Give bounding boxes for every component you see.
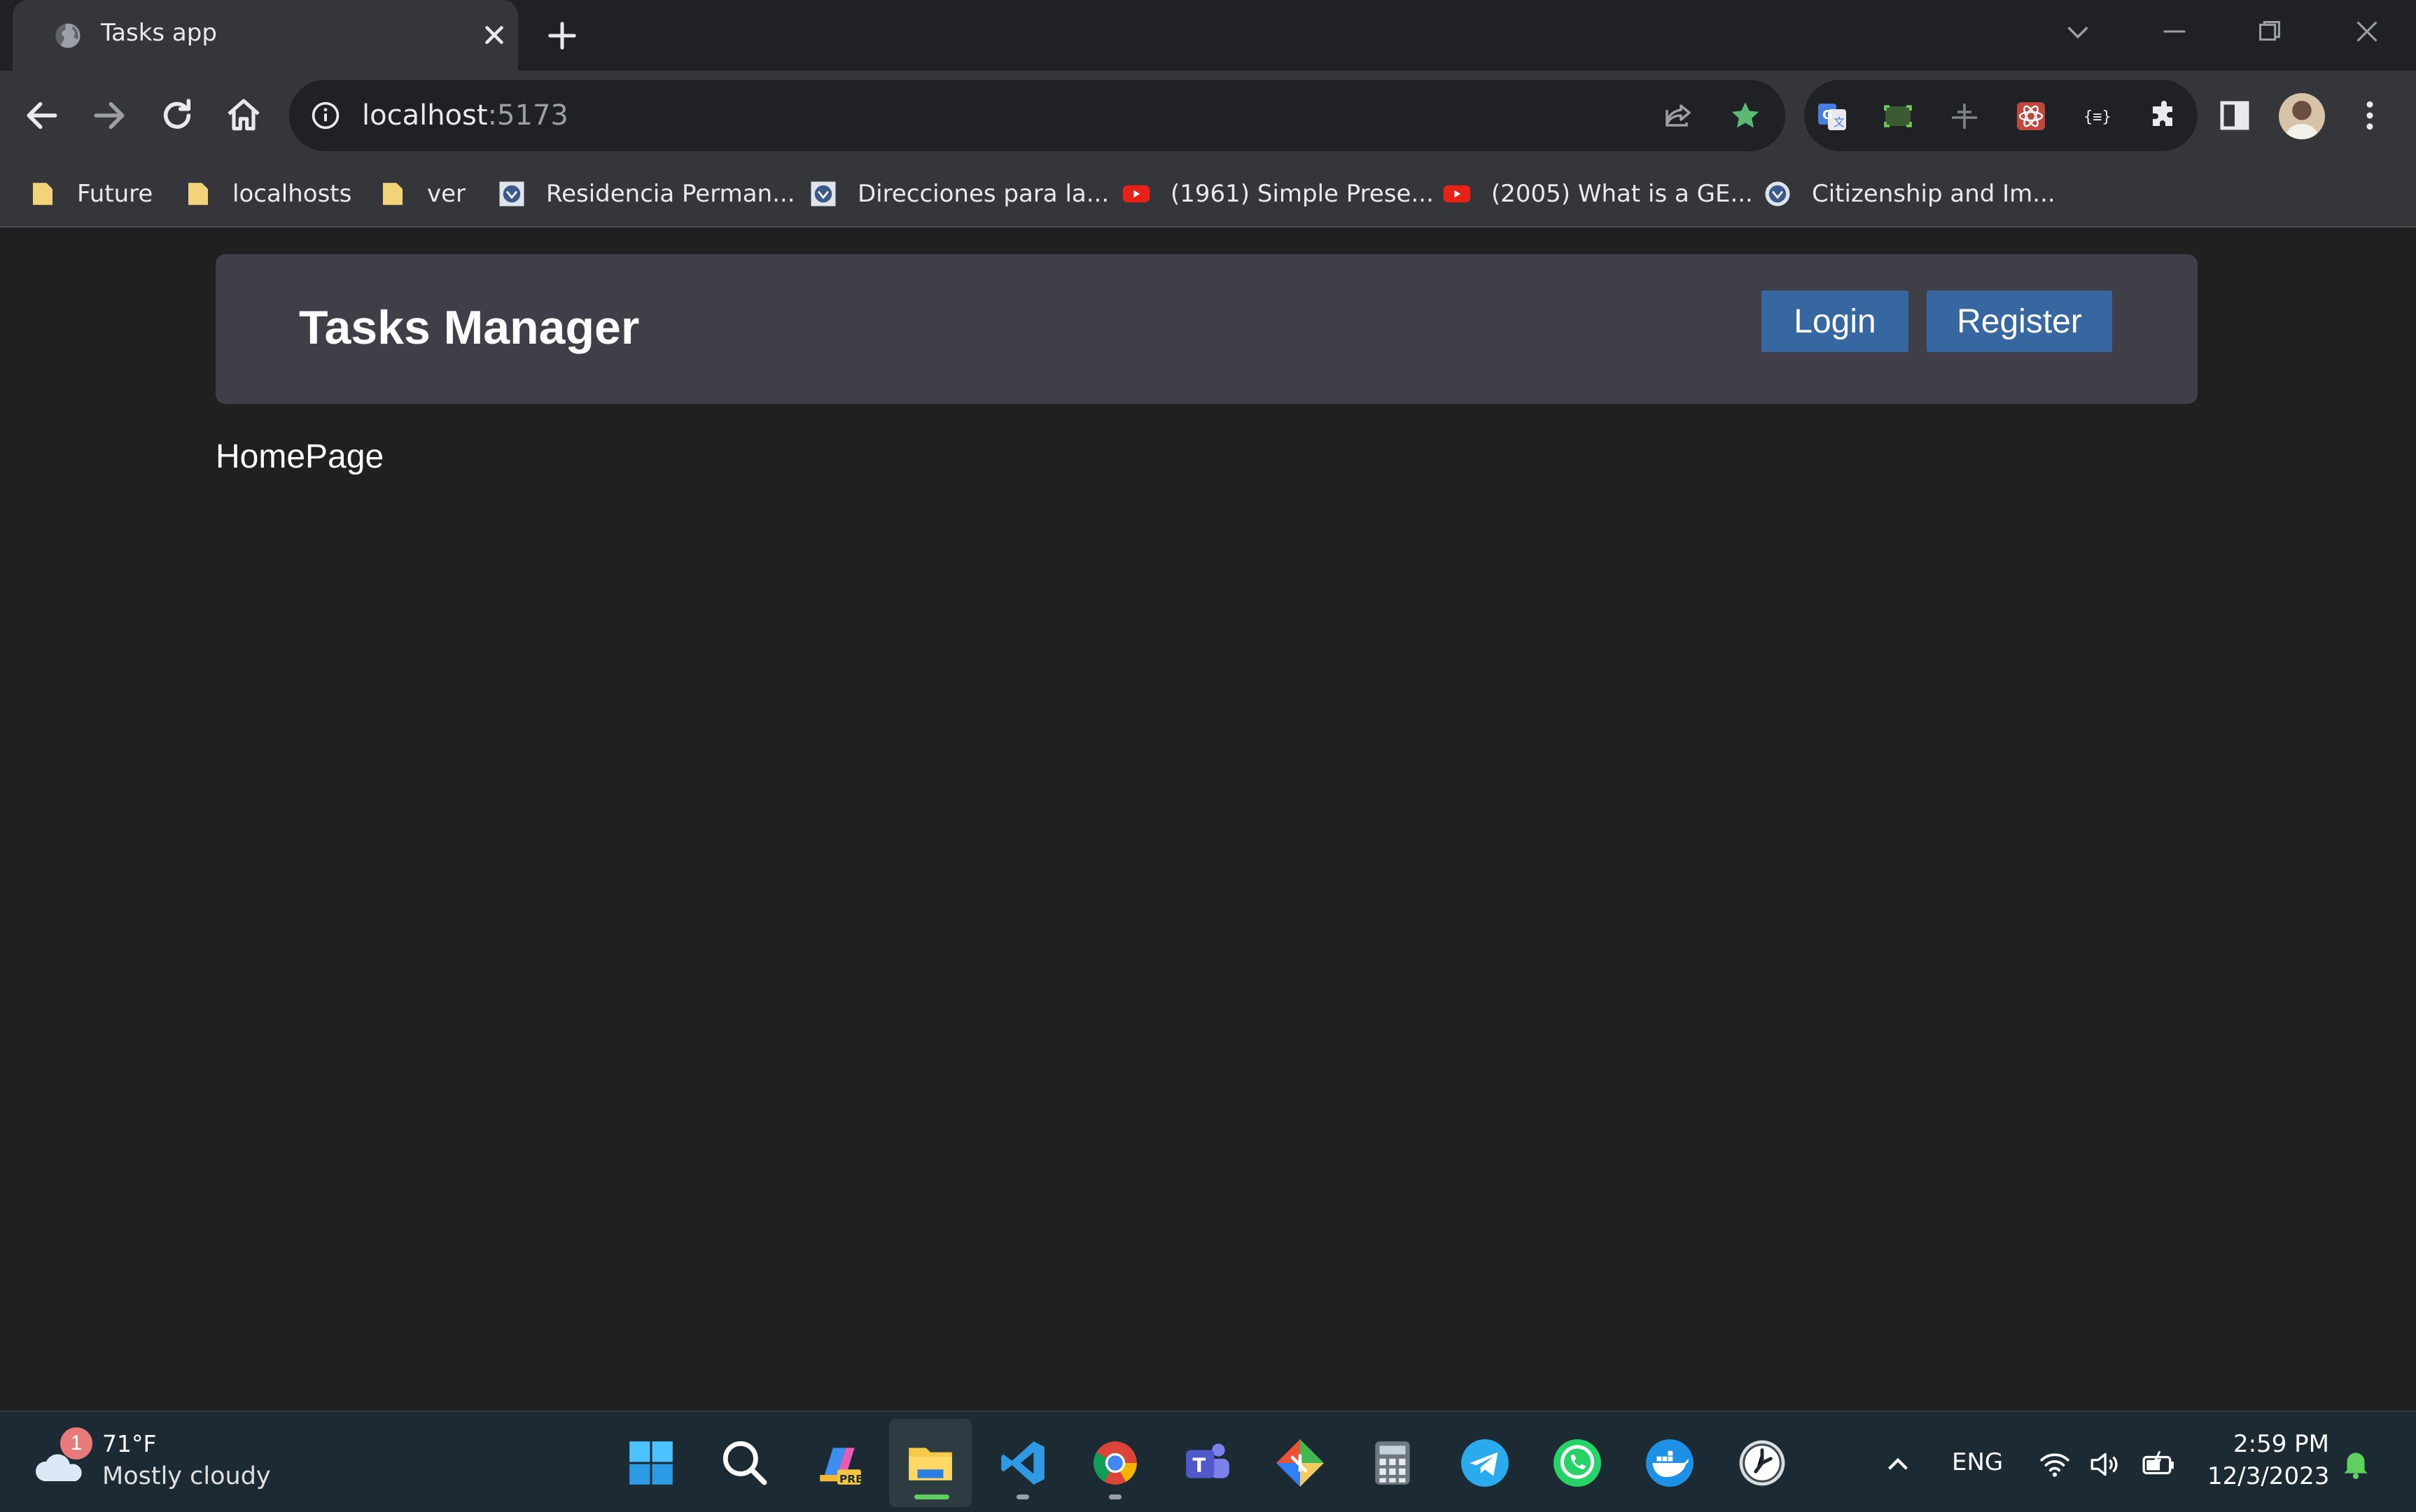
- bookmark-label: Direcciones para la...: [858, 180, 1110, 208]
- bookmark-future[interactable]: Future: [28, 160, 153, 227]
- app-navbar: Tasks Manager Login Register: [216, 254, 2198, 404]
- address-bar[interactable]: localhost:5173: [289, 80, 1785, 151]
- bookmark-label: localhosts: [232, 180, 352, 208]
- system-time: 2:59 PM: [2233, 1430, 2329, 1458]
- homepage-text: HomePage: [216, 438, 384, 475]
- whatsapp-icon[interactable]: [1551, 1437, 1603, 1489]
- dhs-seal-icon: [499, 181, 524, 206]
- restore-icon[interactable]: [2254, 15, 2286, 48]
- login-button[interactable]: Login: [1761, 290, 1908, 352]
- language-indicator[interactable]: ENG: [1952, 1448, 2003, 1476]
- clock-icon[interactable]: [1736, 1437, 1788, 1489]
- bookmark-ver[interactable]: ver: [378, 160, 466, 227]
- register-button[interactable]: Register: [1927, 290, 2112, 352]
- reload-icon[interactable]: [158, 96, 197, 135]
- battery-charging-icon[interactable]: [2141, 1447, 2176, 1482]
- extensions-group: G 文 {≡}: [1804, 80, 2198, 151]
- wifi-icon[interactable]: [2037, 1447, 2072, 1482]
- ruler-extension-icon[interactable]: [1948, 99, 1981, 133]
- open-app-indicator: [1109, 1494, 1122, 1499]
- volume-icon[interactable]: [2086, 1447, 2121, 1482]
- svg-text:{≡}: {≡}: [2083, 108, 2111, 126]
- svg-text:T: T: [1192, 1453, 1206, 1476]
- calculator-icon[interactable]: [1367, 1437, 1418, 1489]
- bookmark-simple-present[interactable]: (1961) Simple Prese...: [1122, 160, 1434, 227]
- folder-icon: [383, 183, 403, 205]
- new-tab-icon[interactable]: [546, 20, 578, 52]
- profile-avatar[interactable]: [2279, 93, 2325, 139]
- svg-text:G: G: [1822, 108, 1833, 122]
- weather-description: Mostly cloudy: [102, 1462, 271, 1490]
- minimize-icon[interactable]: [2158, 15, 2191, 48]
- bookmark-label: Future: [77, 180, 153, 208]
- bookmark-label: Residencia Perman...: [546, 180, 795, 208]
- share-icon[interactable]: [1661, 99, 1695, 132]
- browser-tab[interactable]: Tasks app: [13, 0, 518, 71]
- site-info-icon[interactable]: [310, 100, 341, 131]
- bookmark-label: ver: [427, 180, 466, 208]
- bookmark-label: Citizenship and Im...: [1812, 180, 2055, 208]
- chevron-up-icon[interactable]: [1880, 1447, 1915, 1482]
- open-app-indicator: [1017, 1494, 1029, 1499]
- browser-toolbar: localhost:5173 G 文 {≡}: [0, 71, 2416, 160]
- active-app-indicator: [914, 1494, 949, 1499]
- url-port: :5173: [487, 99, 568, 132]
- forward-arrow-icon[interactable]: [90, 96, 129, 135]
- bookmark-localhosts[interactable]: localhosts: [183, 160, 351, 227]
- dhs-seal-icon: [1765, 181, 1790, 206]
- git-icon[interactable]: [1274, 1437, 1326, 1489]
- bookmark-label: (1961) Simple Prese...: [1171, 180, 1434, 208]
- vscode-icon[interactable]: [997, 1437, 1049, 1489]
- app-brand-title[interactable]: Tasks Manager: [299, 300, 639, 355]
- file-explorer-icon[interactable]: [905, 1437, 956, 1489]
- system-date: 12/3/2023: [2207, 1462, 2330, 1490]
- folder-icon: [33, 183, 53, 205]
- youtube-icon: [1122, 185, 1150, 203]
- search-icon[interactable]: [719, 1437, 771, 1489]
- react-devtools-icon[interactable]: [2014, 99, 2048, 133]
- tab-title: Tasks app: [101, 19, 217, 47]
- teams-icon[interactable]: T: [1182, 1437, 1234, 1489]
- home-icon[interactable]: [224, 96, 263, 135]
- bookmark-direcciones[interactable]: Direcciones para la...: [809, 160, 1109, 227]
- extensions-puzzle-icon[interactable]: [2147, 99, 2181, 133]
- json-formatter-icon[interactable]: {≡}: [2081, 99, 2114, 133]
- bookmark-residencia[interactable]: Residencia Perman...: [497, 160, 795, 227]
- docker-icon[interactable]: [1644, 1437, 1696, 1489]
- back-arrow-icon[interactable]: [22, 96, 62, 135]
- bookmark-label: (2005) What is a GE...: [1491, 180, 1753, 208]
- windows-start-icon[interactable]: [625, 1437, 677, 1489]
- avatar-image: [2284, 101, 2319, 139]
- side-panel-icon[interactable]: [2216, 97, 2254, 134]
- globe-icon: [55, 23, 81, 48]
- folder-icon: [188, 183, 208, 205]
- close-tab-icon[interactable]: [482, 22, 507, 48]
- youtube-icon: [1443, 185, 1471, 203]
- dhs-seal-icon: [811, 181, 836, 206]
- copilot-icon[interactable]: PRE: [814, 1437, 865, 1489]
- svg-text:文: 文: [1834, 115, 1845, 129]
- bookmarks-bar: Future localhosts ver Residencia Perman.…: [0, 160, 2416, 227]
- notification-bell-icon[interactable]: [2338, 1446, 2373, 1480]
- bookmark-what-is-ge[interactable]: (2005) What is a GE...: [1442, 160, 1753, 227]
- browser-tab-strip: Tasks app: [0, 0, 2416, 71]
- weather-temperature: 71°F: [102, 1430, 157, 1457]
- notification-badge: 1: [60, 1427, 92, 1460]
- page-viewport: Tasks Manager Login Register HomePage: [0, 227, 2416, 1410]
- telegram-icon[interactable]: [1459, 1437, 1511, 1489]
- screen-capture-icon[interactable]: [1881, 99, 1915, 133]
- bookmark-citizenship[interactable]: Citizenship and Im...: [1763, 160, 2055, 227]
- more-menu-icon[interactable]: [2351, 97, 2389, 134]
- close-window-icon[interactable]: [2351, 15, 2383, 48]
- svg-text:PRE: PRE: [839, 1473, 863, 1485]
- tab-search-icon[interactable]: [2062, 15, 2094, 48]
- url-host: localhost: [362, 99, 488, 132]
- chrome-icon[interactable]: [1089, 1437, 1141, 1489]
- google-translate-icon[interactable]: G 文: [1815, 99, 1849, 133]
- windows-taskbar: 1 71°F Mostly cloudy PRE T ENG 2:59 PM 1…: [0, 1410, 2416, 1512]
- url-text: localhost:5173: [362, 99, 568, 132]
- bookmark-star-icon[interactable]: [1729, 99, 1762, 132]
